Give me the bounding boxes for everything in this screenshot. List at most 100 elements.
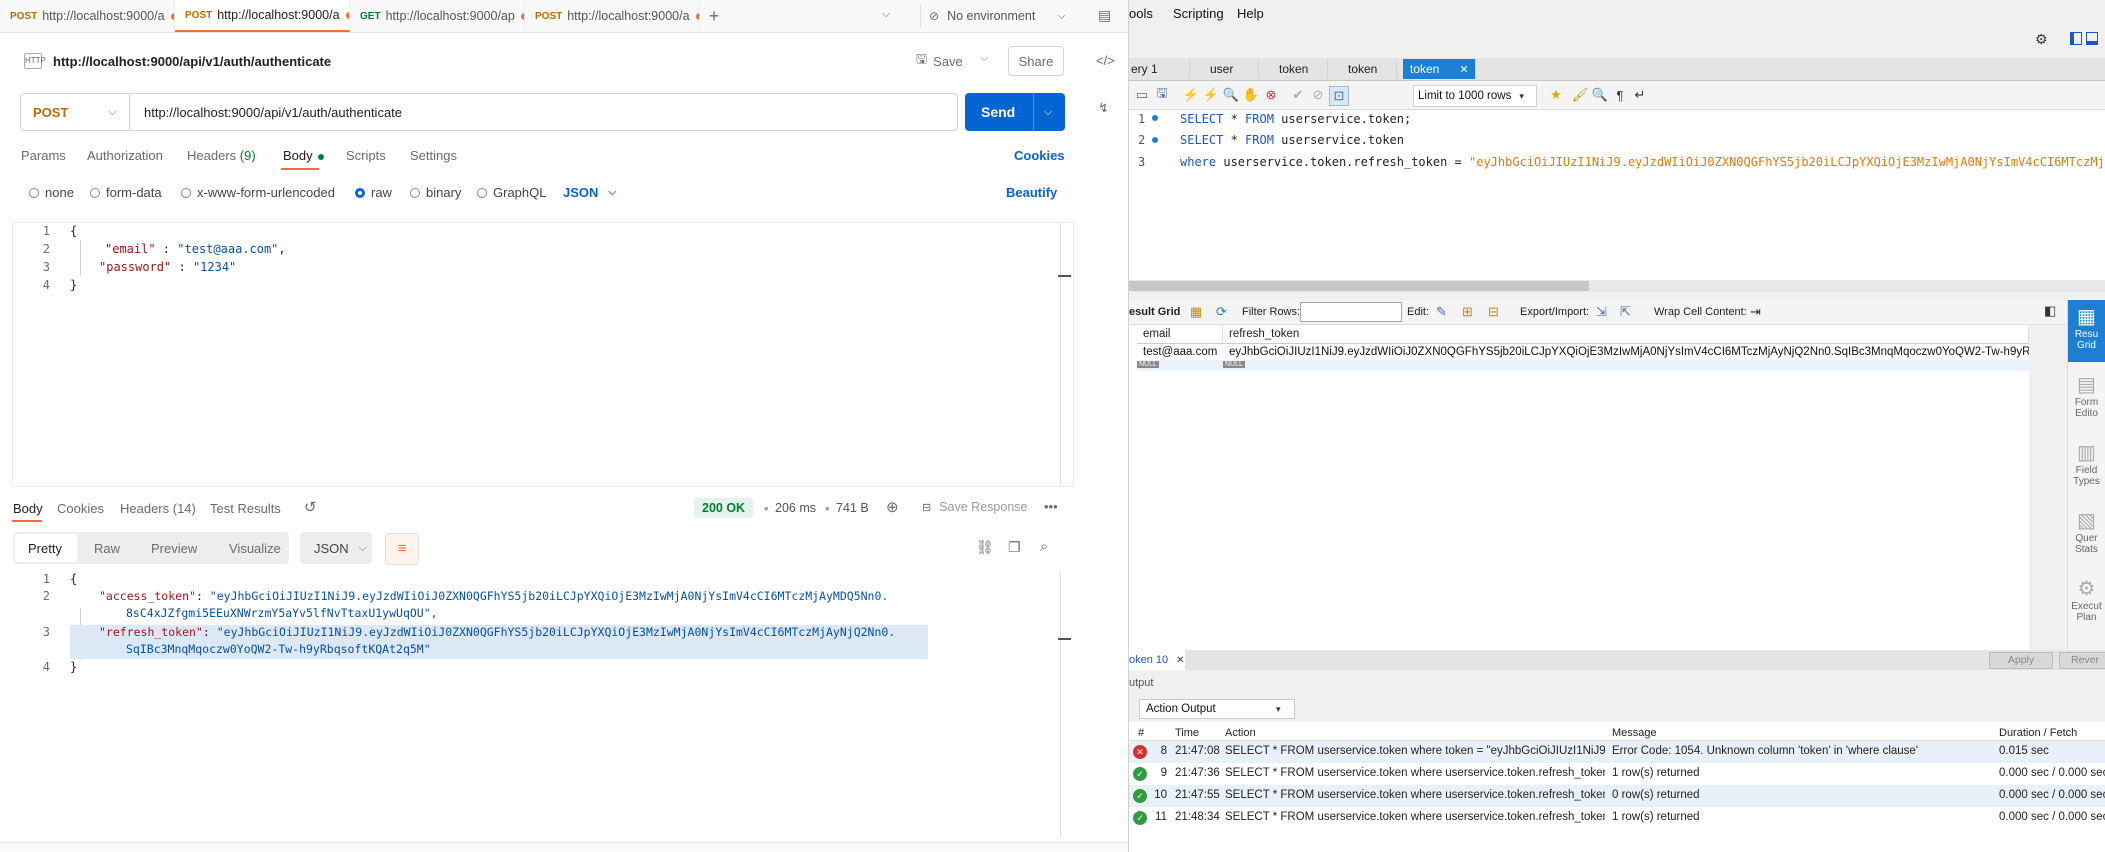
radio-form-data[interactable]: form-data	[90, 185, 162, 200]
request-tab-4[interactable]: POST http://localhost:9000/a	[525, 0, 700, 32]
menu-tools[interactable]: ools	[1129, 6, 1153, 21]
wrap-lines-icon[interactable]: ↵	[1631, 86, 1649, 104]
radio-graphql[interactable]: GraphQL	[477, 185, 546, 200]
wrap-cell-icon[interactable]: ⇥	[1750, 304, 1761, 320]
beautify-icon[interactable]: 🖌	[1571, 86, 1589, 104]
globe-icon[interactable]: ⊕	[886, 498, 899, 516]
save-response-button[interactable]: ⊟ Save Response	[922, 500, 1027, 514]
toggle-error-icon[interactable]: ⊗	[1262, 86, 1280, 104]
send-dropdown-chevron-icon[interactable]: ⌵	[1044, 106, 1052, 119]
response-tab-headers[interactable]: Headers (14)	[120, 501, 196, 516]
edit-row-icon[interactable]: ✎	[1436, 304, 1447, 320]
share-button[interactable]: Share	[1008, 46, 1064, 76]
method-selector[interactable]: POST ⌵	[21, 94, 130, 130]
settings-gear-icon[interactable]: ⚙	[2035, 31, 2048, 48]
tab-authorization[interactable]: Authorization	[87, 148, 163, 163]
execute-icon[interactable]: ⚡	[1182, 86, 1200, 104]
query-tab-token-active[interactable]: token ✕	[1403, 59, 1476, 79]
tab-scripts[interactable]: Scripts	[346, 148, 386, 163]
side-form-editor-button[interactable]: ▤ Form Edito	[2068, 372, 2105, 419]
revert-button[interactable]: Rever	[2059, 652, 2105, 669]
table-cell[interactable]: eyJhbGciOiJIUzI1NiJ9.eyJzdWIiOiJ0ZXN0QGF…	[1223, 344, 2029, 360]
save-dropdown-chevron-icon[interactable]: ⌵	[980, 52, 988, 65]
request-title[interactable]: http://localhost:9000/api/v1/auth/authen…	[53, 54, 331, 69]
new-tab-plus-icon[interactable]: +	[704, 6, 724, 27]
response-tab-body[interactable]: Body	[13, 501, 43, 516]
request-tab-2[interactable]: POST http://localhost:9000/a	[175, 0, 350, 32]
query-tab-token-2[interactable]: token	[1328, 59, 1397, 79]
view-tab-pretty[interactable]: Pretty	[28, 538, 62, 558]
output-row[interactable]: ✕ 8 21:47:08 SELECT * FROM userservice.t…	[1129, 741, 2105, 763]
view-tab-raw[interactable]: Raw	[94, 538, 120, 558]
link-icon[interactable]: ⛓	[976, 539, 994, 556]
import-icon[interactable]: ⇱	[1620, 304, 1631, 320]
response-tab-cookies[interactable]: Cookies	[57, 501, 104, 516]
save-sql-icon[interactable]: 🖫	[1153, 85, 1171, 104]
side-field-types-button[interactable]: ▥ Field Types	[2068, 440, 2105, 487]
output-row[interactable]: ✓ 11 21:48:34 SELECT * FROM userservice.…	[1129, 807, 2105, 829]
code-snippet-icon[interactable]: </>	[1096, 53, 1115, 68]
rollback-icon[interactable]: ⊘	[1309, 86, 1327, 104]
tab-headers[interactable]: Headers (9)	[187, 148, 256, 163]
execute-statement-icon[interactable]: ⚡	[1202, 86, 1220, 104]
result-tab-token-10[interactable]: oken 10 ✕	[1129, 650, 1185, 670]
url-input[interactable]: http://localhost:9000/api/v1/auth/authen…	[144, 105, 402, 120]
editor-scrollbar[interactable]	[1060, 222, 1073, 485]
cookies-link[interactable]: Cookies	[1014, 148, 1065, 163]
environment-selector[interactable]: ⊘ No environment ⌵	[920, 5, 1071, 27]
tab-params[interactable]: Params	[21, 148, 66, 163]
output-type-select[interactable]: Action Output ▾	[1139, 699, 1295, 719]
output-row[interactable]: ✓ 9 21:47:36 SELECT * FROM userservice.t…	[1129, 763, 2105, 785]
history-icon[interactable]: ↺	[304, 498, 317, 516]
invisible-chars-icon[interactable]: ¶	[1611, 86, 1629, 104]
column-header-email[interactable]: email	[1137, 326, 1223, 342]
find-icon[interactable]: 🔍	[1591, 86, 1609, 104]
send-button[interactable]: Send ⌵	[965, 93, 1065, 131]
tab-body[interactable]: Body	[283, 148, 325, 163]
request-tab-1[interactable]: POST http://localhost:9000/a	[0, 0, 175, 32]
request-tab-3[interactable]: GET http://localhost:9000/ap	[350, 0, 525, 32]
explain-icon[interactable]: 🔍	[1222, 86, 1240, 104]
apply-button[interactable]: Apply	[1989, 652, 2053, 669]
query-tab-user[interactable]: user	[1190, 59, 1259, 79]
tab-settings[interactable]: Settings	[410, 148, 457, 163]
panel-layout-toggles[interactable]	[2068, 31, 2105, 47]
view-tab-preview[interactable]: Preview	[151, 538, 197, 558]
copy-icon[interactable]: ❐	[1008, 539, 1021, 556]
side-query-stats-button[interactable]: ▧ Quer Stats	[2068, 508, 2105, 555]
column-header-refresh-token[interactable]: refresh_token	[1223, 326, 2029, 342]
more-options-icon[interactable]: •••	[1044, 499, 1058, 514]
response-size[interactable]: 741 B	[836, 501, 869, 515]
response-time[interactable]: 206 ms	[775, 501, 816, 515]
filter-rows-input[interactable]	[1300, 302, 1402, 322]
auto-commit-icon[interactable]: ⊡	[1329, 86, 1349, 106]
side-execution-plan-button[interactable]: ⚙ Execut Plan	[2068, 576, 2105, 623]
tabs-dropdown-chevron-icon[interactable]: ⌵	[882, 8, 890, 21]
beautify-button[interactable]: Beautify	[1006, 185, 1057, 200]
table-cell[interactable]: test@aaa.com	[1137, 344, 1223, 360]
output-row[interactable]: ✓ 10 21:47:55 SELECT * FROM userservice.…	[1129, 785, 2105, 807]
export-icon[interactable]: ⇲	[1596, 304, 1607, 320]
query-tab-1[interactable]: ery 1	[1129, 59, 1190, 79]
close-tab-icon[interactable]: ✕	[1176, 655, 1184, 666]
toggle-sidebar-icon[interactable]: ◧	[2044, 303, 2056, 319]
stop-icon[interactable]: ✋	[1242, 86, 1260, 104]
wrap-lines-icon[interactable]: ≡	[385, 533, 419, 565]
menu-scripting[interactable]: Scripting	[1173, 6, 1224, 21]
radio-urlencoded[interactable]: x-www-form-urlencoded	[181, 185, 335, 200]
result-grid[interactable]	[1129, 325, 2029, 655]
save-button[interactable]: 🖫 Save	[916, 50, 963, 72]
open-sql-file-icon[interactable]: ▭	[1133, 86, 1151, 104]
radio-none[interactable]: none	[29, 185, 74, 200]
radio-raw[interactable]: raw	[355, 185, 392, 200]
radio-binary[interactable]: binary	[410, 185, 461, 200]
scrollbar-thumb[interactable]	[1129, 281, 1589, 291]
delete-row-icon[interactable]: ⊟	[1488, 304, 1499, 320]
close-tab-icon[interactable]: ✕	[1459, 63, 1468, 76]
limit-rows-select[interactable]: Limit to 1000 rows ▾	[1413, 85, 1537, 107]
response-scrollbar[interactable]	[1060, 572, 1073, 838]
new-row[interactable]	[1137, 360, 2029, 371]
response-tab-test-results[interactable]: Test Results	[210, 501, 281, 516]
body-format-selector[interactable]: JSON ⌵	[563, 185, 616, 200]
search-icon[interactable]: ⌕	[1040, 538, 1048, 555]
